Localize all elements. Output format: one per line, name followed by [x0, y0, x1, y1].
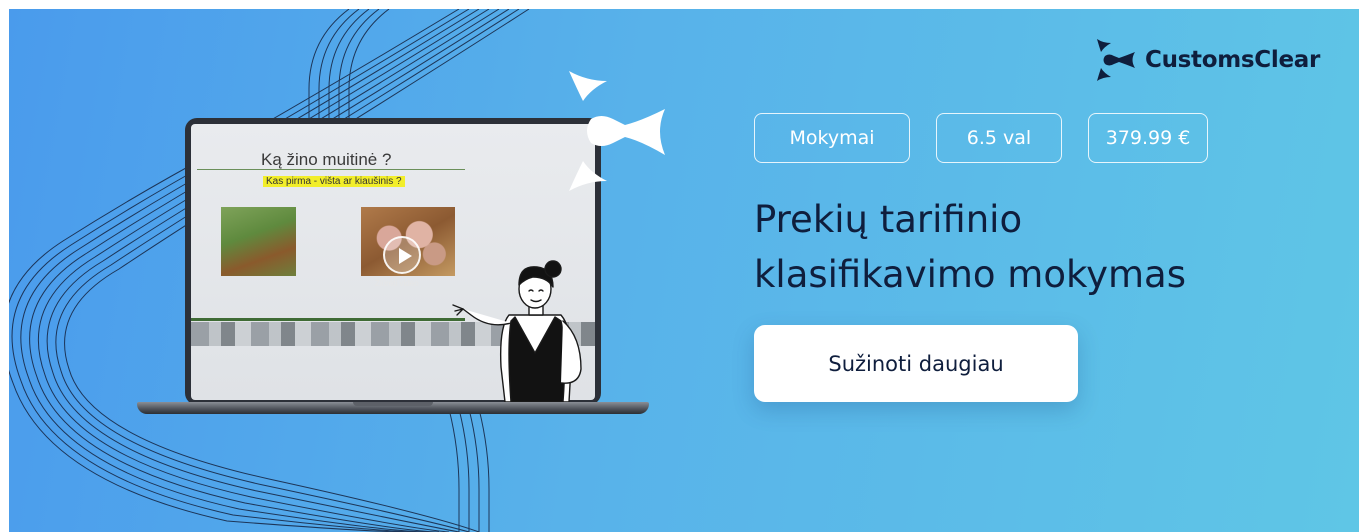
- slide-subtitle: Kas pirma - višta ar kiaušinis ?: [263, 176, 405, 187]
- brand-arrow-graphic: [569, 71, 665, 191]
- video-play-button[interactable]: [383, 236, 421, 274]
- promo-banner: Ką žino muitinė ? Kas pirma - višta ar k…: [9, 9, 1359, 532]
- laptop-notch: [353, 402, 433, 406]
- presenter-illustration: [452, 260, 582, 402]
- course-type-tag: Mokymai: [754, 113, 910, 163]
- learn-more-button[interactable]: Sužinoti daugiau: [754, 325, 1078, 402]
- slide-title: Ką žino muitinė ?: [261, 150, 392, 169]
- slide-footer-line: [191, 318, 465, 321]
- video-caption: Žiūrėti video: [375, 279, 419, 288]
- hen-photo: [221, 207, 296, 276]
- slide-divider: [197, 169, 465, 170]
- play-icon: [399, 248, 412, 264]
- course-title: Prekių tarifinio klasifikavimo mokymas: [754, 198, 1186, 296]
- price-tag: 379.99 €: [1088, 113, 1208, 163]
- brand-name: CustomsClear: [1145, 47, 1321, 73]
- customsclear-logo[interactable]: CustomsClear: [1093, 39, 1320, 81]
- customsclear-arrow-icon: [1097, 39, 1135, 81]
- duration-tag: 6.5 val: [936, 113, 1062, 163]
